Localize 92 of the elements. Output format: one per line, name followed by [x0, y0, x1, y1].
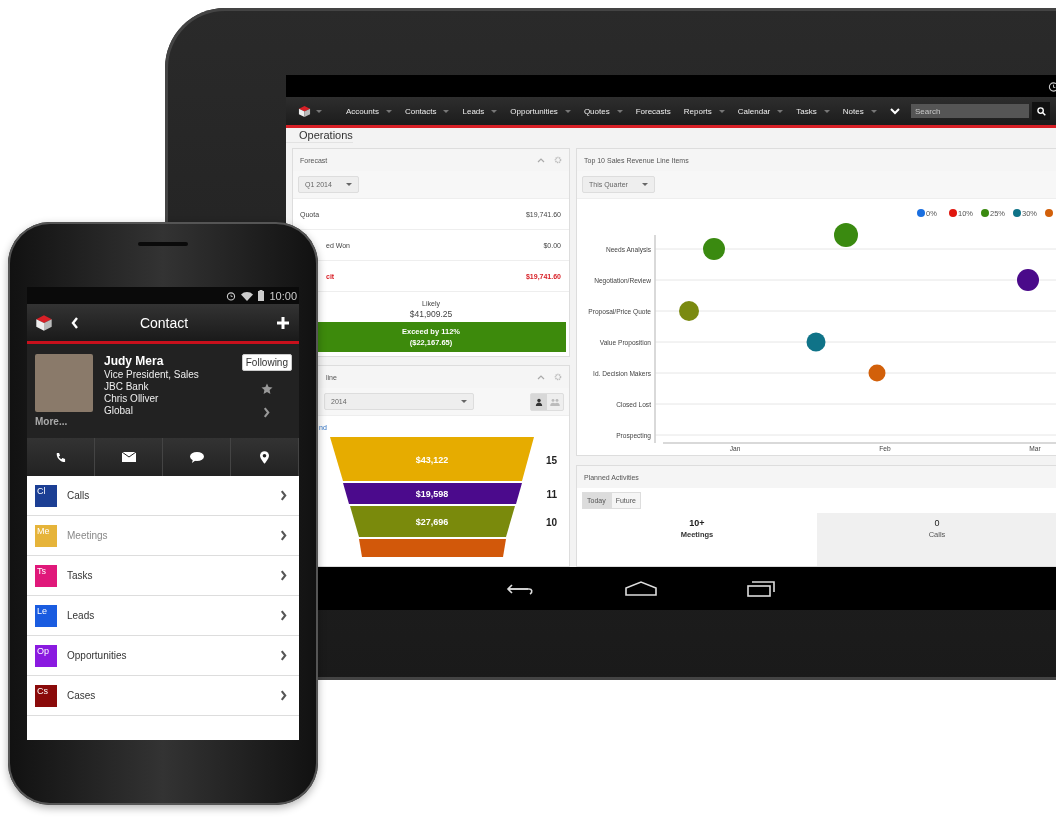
nav-menu-item[interactable]: Calendar [731, 106, 790, 116]
bubble [679, 301, 699, 321]
star-icon[interactable] [260, 383, 273, 395]
funnel-value: $43,122 [415, 455, 449, 465]
funnel-value: $27,696 [415, 517, 449, 527]
caret-icon[interactable] [385, 109, 392, 113]
caret-icon[interactable] [870, 109, 877, 113]
module-label: Calls [67, 490, 91, 501]
chevron-right-icon [280, 570, 287, 581]
more-link[interactable]: More... [35, 416, 93, 427]
message-button[interactable] [163, 438, 231, 476]
chevron-down-icon[interactable] [889, 107, 900, 115]
chevron-right-icon [280, 690, 287, 701]
contact-name: Judy Mera [104, 354, 165, 368]
module-label: Opportunities [67, 650, 128, 661]
recent-apps-icon[interactable] [746, 580, 776, 597]
module-badge: Me [35, 524, 57, 547]
caret-icon[interactable] [718, 109, 725, 113]
bubble [1017, 269, 1039, 291]
module-badge: Le [35, 604, 57, 627]
module-label: Meetings [67, 530, 109, 541]
nav-menu-item[interactable]: Forecasts [629, 106, 677, 116]
cube-logo-icon[interactable] [298, 104, 311, 118]
nav-menu-item[interactable]: Accounts [340, 106, 398, 116]
likely-value: $41,909.25 [409, 309, 453, 319]
chevron-right-icon [280, 610, 287, 621]
bubble [806, 332, 826, 352]
funnel-count: 11 [546, 489, 557, 500]
status-time: 10:00 [269, 289, 297, 302]
search-icon[interactable] [1036, 106, 1046, 116]
person-icon[interactable] [535, 397, 543, 406]
module-label: Tasks [67, 570, 94, 581]
envelope-icon[interactable] [121, 452, 136, 462]
module-list-item[interactable]: Cl Calls [27, 476, 299, 516]
search-button[interactable] [1032, 102, 1050, 120]
following-button[interactable]: Following [241, 354, 292, 371]
module-badge: Ts [35, 564, 57, 587]
bubble [703, 238, 725, 260]
speech-bubble-icon[interactable] [189, 451, 204, 463]
nav-menu-item[interactable]: Opportunities [504, 106, 577, 116]
contact-detail: JBC Bank [104, 381, 150, 393]
nav-menu-item[interactable]: Tasks [790, 106, 836, 116]
module-badge: Op [35, 644, 57, 667]
battery-icon [258, 290, 265, 301]
cube-logo-icon[interactable] [35, 313, 53, 332]
contact-detail: Chris Olliver [104, 393, 160, 405]
caret-icon[interactable] [316, 109, 322, 113]
photo-placeholder [35, 354, 93, 412]
caret-icon[interactable] [616, 109, 623, 113]
module-list-item[interactable]: Cs Cases [27, 676, 299, 716]
bubble [868, 364, 886, 382]
nav-menu-item[interactable]: Contacts [398, 106, 456, 116]
module-list-item[interactable]: Le Leads [27, 596, 299, 636]
module-list-item[interactable]: Op Opportunities [27, 636, 299, 676]
caret-icon[interactable] [564, 109, 571, 113]
search-field[interactable]: Search [911, 104, 1029, 118]
alarm-clock-icon [1048, 80, 1056, 92]
nav-menu-item[interactable]: Leads [456, 106, 504, 116]
funnel-count: 15 [545, 455, 557, 466]
chevron-right-icon[interactable] [263, 407, 271, 418]
nav-menu-item[interactable]: Reports [677, 106, 731, 116]
wifi-icon [241, 290, 254, 301]
chevron-right-icon [280, 490, 287, 501]
contact-detail: Global [104, 405, 134, 417]
nav-menu-item[interactable]: Quotes [577, 106, 629, 116]
nav-menu-item[interactable]: Notes [836, 106, 883, 116]
module-badge: Cs [35, 684, 57, 707]
email-button[interactable] [95, 438, 163, 476]
caret-icon[interactable] [491, 109, 498, 113]
module-label: Cases [67, 690, 97, 701]
contact-detail: Vice President, Sales [104, 369, 200, 381]
chevron-right-icon [280, 530, 287, 541]
funnel-count: 10 [545, 517, 557, 528]
home-icon[interactable] [624, 580, 658, 597]
funnel-value: $19,598 [415, 489, 449, 499]
module-label: Leads [67, 610, 96, 621]
caret-icon[interactable] [777, 109, 784, 113]
screen-title: Contact [138, 314, 190, 331]
bubble [834, 223, 858, 247]
page-title: Operations [286, 128, 353, 143]
user-view-button[interactable] [531, 393, 547, 410]
module-list-item[interactable]: Ts Tasks [27, 556, 299, 596]
caret-icon[interactable] [443, 109, 450, 113]
caret-icon[interactable] [823, 109, 830, 113]
map-pin-icon[interactable] [260, 450, 269, 464]
alarm-clock-icon [226, 290, 237, 301]
plus-icon[interactable] [277, 316, 289, 329]
chevron-right-icon [280, 650, 287, 661]
location-button[interactable] [231, 438, 299, 476]
back-chevron-icon[interactable] [71, 316, 79, 329]
phone-icon[interactable] [55, 451, 66, 463]
module-badge: Cl [35, 484, 57, 507]
